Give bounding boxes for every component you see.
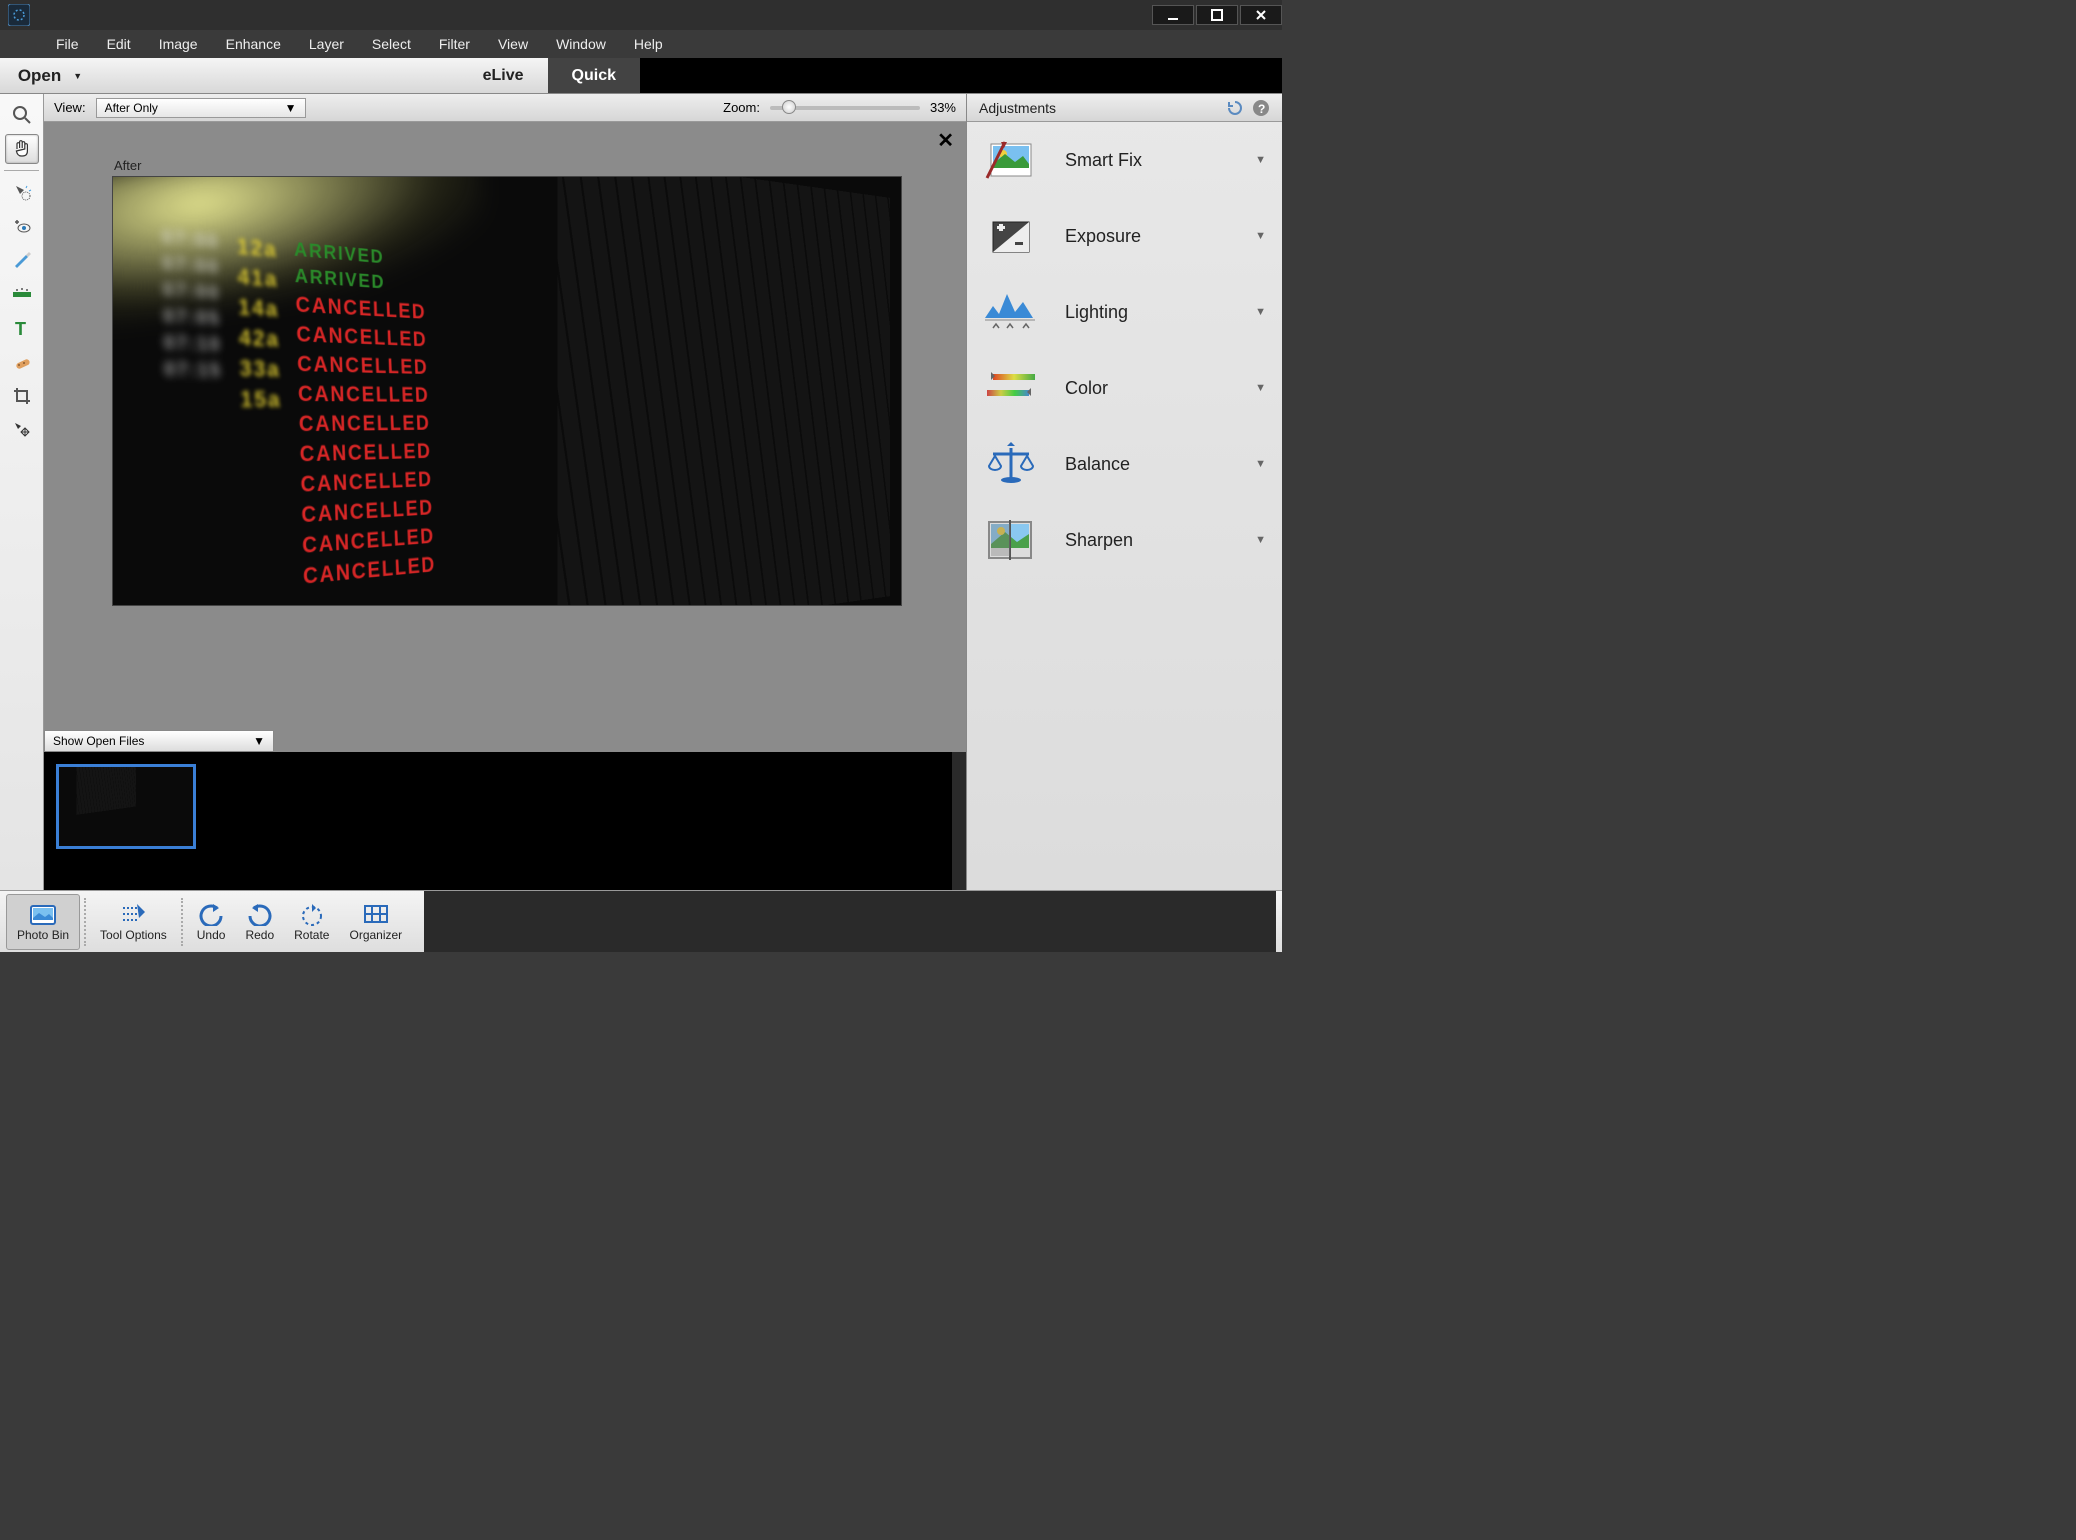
move-tool[interactable]	[5, 415, 39, 445]
adjustment-exposure[interactable]: Exposure ▼	[967, 198, 1282, 274]
redo-icon	[246, 902, 274, 926]
adjustment-label: Sharpen	[1065, 530, 1227, 551]
bottom-label: Tool Options	[100, 928, 167, 942]
adjustment-label: Color	[1065, 378, 1227, 399]
view-label: View:	[54, 100, 86, 115]
toolstrip: T	[0, 94, 44, 890]
organizer-button[interactable]: Organizer	[339, 894, 412, 950]
menu-help[interactable]: Help	[620, 36, 677, 52]
bottom-label: Photo Bin	[17, 928, 69, 942]
photobin-icon	[29, 902, 57, 926]
view-selected: After Only	[105, 101, 158, 115]
reset-icon[interactable]	[1226, 99, 1244, 117]
chevron-down-icon: ▼	[1255, 382, 1266, 394]
app-logo	[4, 0, 34, 30]
adjustment-label: Exposure	[1065, 226, 1227, 247]
zoom-tool[interactable]	[5, 100, 39, 130]
menubar: File Edit Image Enhance Layer Select Fil…	[0, 30, 1282, 58]
menu-enhance[interactable]: Enhance	[212, 36, 295, 52]
adjustment-color[interactable]: Color ▼	[967, 350, 1282, 426]
zoom-value: 33%	[930, 100, 956, 115]
rotate-button[interactable]: Rotate	[284, 894, 339, 950]
open-label: Open	[18, 66, 61, 86]
tab-elive[interactable]: eLive	[459, 58, 548, 93]
zoom-slider-thumb[interactable]	[782, 100, 796, 114]
menu-layer[interactable]: Layer	[295, 36, 358, 52]
chevron-down-icon: ▼	[1255, 230, 1266, 242]
bottom-label: Undo	[197, 928, 226, 942]
tab-quick[interactable]: Quick	[548, 58, 640, 93]
chevron-down-icon: ▼	[1255, 534, 1266, 546]
dropdown-icon: ▼	[73, 71, 82, 81]
adjustment-label: Smart Fix	[1065, 150, 1227, 171]
hand-tool[interactable]	[5, 134, 39, 164]
adjustment-label: Lighting	[1065, 302, 1227, 323]
menu-file[interactable]: File	[42, 36, 93, 52]
view-select[interactable]: After Only ▼	[96, 98, 306, 118]
photobin-select[interactable]: Show Open Files ▼	[44, 730, 274, 752]
balance-icon	[983, 440, 1037, 488]
redo-button[interactable]: Redo	[235, 894, 284, 950]
menu-select[interactable]: Select	[358, 36, 425, 52]
svg-text:?: ?	[1258, 102, 1265, 116]
menu-filter[interactable]: Filter	[425, 36, 484, 52]
minimize-button[interactable]	[1152, 5, 1194, 25]
menu-window[interactable]: Window	[542, 36, 620, 52]
adjustment-label: Balance	[1065, 454, 1227, 475]
after-label: After	[114, 158, 141, 173]
dropdown-icon: ▼	[285, 101, 297, 115]
menu-edit[interactable]: Edit	[93, 36, 145, 52]
adjustment-sharpen[interactable]: Sharpen ▼	[967, 502, 1282, 578]
close-button[interactable]	[1240, 5, 1282, 25]
text-tool[interactable]: T	[5, 313, 39, 343]
tooloptions-button[interactable]: Tool Options	[90, 894, 177, 950]
redeye-tool[interactable]	[5, 211, 39, 241]
sharpen-icon	[983, 516, 1037, 564]
zoom-slider[interactable]	[770, 106, 920, 110]
svg-text:T: T	[15, 319, 26, 338]
straighten-tool[interactable]	[5, 279, 39, 309]
adjustment-balance[interactable]: Balance ▼	[967, 426, 1282, 502]
chevron-down-icon: ▼	[1255, 458, 1266, 470]
photobin-select-label: Show Open Files	[53, 734, 144, 748]
adjustment-lighting[interactable]: Lighting ▼	[967, 274, 1282, 350]
exposure-icon	[983, 212, 1037, 260]
zoom-label: Zoom:	[723, 100, 760, 115]
bottom-label: Rotate	[294, 928, 329, 942]
tab-blank-area	[640, 58, 1282, 93]
close-document-button[interactable]: ✕	[937, 128, 954, 153]
adjustments-title: Adjustments	[979, 100, 1056, 116]
adjustment-smartfix[interactable]: Smart Fix ▼	[967, 122, 1282, 198]
photo-bin-scrollbar[interactable]	[952, 752, 966, 890]
rotate-icon	[298, 902, 326, 926]
document-canvas[interactable]: 07:00 07:00 07:00 07:05 07:10 07:15 12a …	[112, 176, 902, 606]
undo-icon	[197, 902, 225, 926]
smartfix-icon	[983, 136, 1037, 184]
organizer-icon	[362, 902, 390, 926]
adjustments-panel: Adjustments ? Smart Fix ▼ Exposure ▼ Lig…	[966, 94, 1282, 890]
open-button[interactable]: Open ▼	[0, 58, 100, 93]
menu-view[interactable]: View	[484, 36, 542, 52]
crop-tool[interactable]	[5, 381, 39, 411]
canvas-area: ✕ After 07:00 07:00 07:00 07:05 07:10 07…	[44, 122, 966, 890]
lighting-icon	[983, 288, 1037, 336]
chevron-down-icon: ▼	[1255, 154, 1266, 166]
chevron-down-icon: ▼	[1255, 306, 1266, 318]
photo-bin: 07:0007:05 33a15a CANCELLEDCANCELLEDCANC…	[44, 752, 966, 890]
photo-bin-thumbnail[interactable]: 07:0007:05 33a15a CANCELLEDCANCELLEDCANC…	[56, 764, 196, 849]
whiten-tool[interactable]	[5, 245, 39, 275]
undo-button[interactable]: Undo	[187, 894, 236, 950]
spot-heal-tool[interactable]	[5, 347, 39, 377]
color-icon	[983, 364, 1037, 412]
photobin-button[interactable]: Photo Bin	[6, 894, 80, 950]
bottom-label: Redo	[245, 928, 274, 942]
bottom-label: Organizer	[349, 928, 402, 942]
tooloptions-icon	[119, 902, 147, 926]
bottom-toolbar: Photo Bin Tool Options Undo Redo Rotate …	[0, 890, 1282, 952]
help-icon[interactable]: ?	[1252, 99, 1270, 117]
dropdown-icon: ▼	[253, 734, 265, 748]
menu-image[interactable]: Image	[145, 36, 212, 52]
maximize-button[interactable]	[1196, 5, 1238, 25]
quick-select-tool[interactable]	[5, 177, 39, 207]
